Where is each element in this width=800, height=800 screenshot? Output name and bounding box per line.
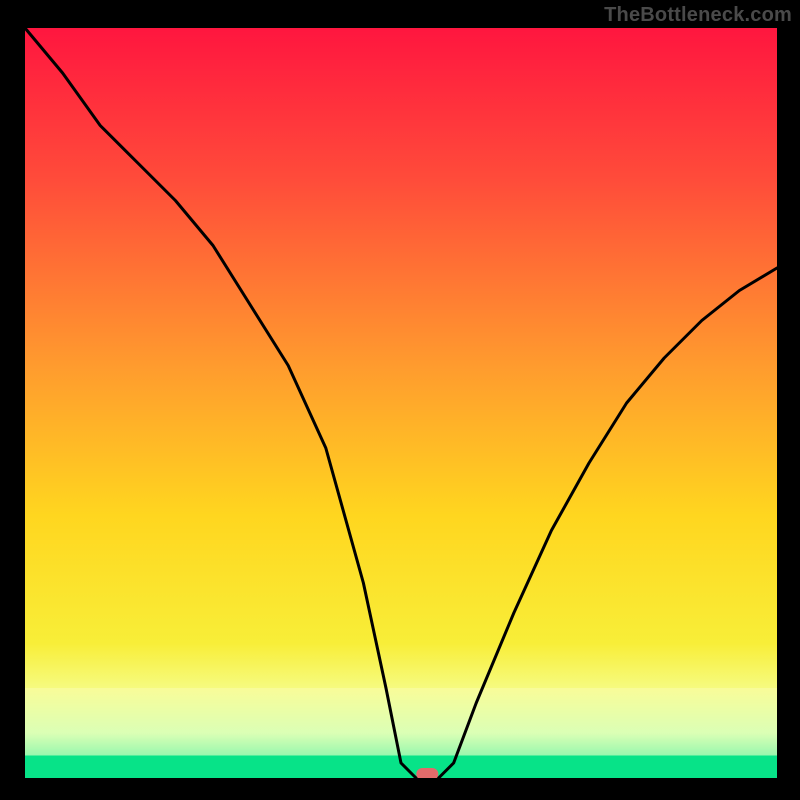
gradient-background [25, 28, 777, 778]
watermark-text: TheBottleneck.com [604, 4, 792, 27]
left-bar [0, 0, 25, 800]
chart-stage: TheBottleneck.com [0, 0, 800, 800]
bottom-bar [0, 778, 800, 800]
right-bar [777, 0, 800, 800]
light-band [25, 688, 777, 756]
bottleneck-chart [0, 0, 800, 800]
